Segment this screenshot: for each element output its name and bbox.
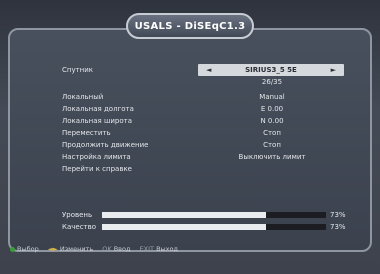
- help-footer: Выбор ◄► Изменить OK Ввод EXIT Выход: [10, 242, 370, 256]
- menu-item-label: Переместить: [62, 129, 111, 137]
- quality-percent: 73%: [330, 223, 346, 231]
- change-arrows-icon: ◄►: [47, 245, 58, 253]
- level-bar-fill: [102, 212, 266, 218]
- signal-level-meter: Уровень 73%: [62, 210, 352, 220]
- satellite-value: SIRIUS3_5 5E: [245, 66, 297, 74]
- select-dot-icon: [10, 246, 15, 252]
- menu-item-label: Настройка лимита: [62, 153, 131, 161]
- footer-ok: OK Ввод: [102, 245, 132, 253]
- level-percent: 73%: [330, 211, 346, 219]
- footer-change: ◄► Изменить: [48, 245, 95, 253]
- menu-item-value: Manual: [259, 93, 285, 101]
- menu-row-latitude[interactable]: Локальная широта N 0.00: [62, 115, 342, 127]
- satellite-label: Спутник: [62, 66, 94, 74]
- menu-item-value: Стоп: [263, 129, 281, 137]
- footer-select-label: Выбор: [17, 245, 39, 253]
- level-bar-track: [102, 212, 326, 218]
- menu-row-local[interactable]: Локальный Manual: [62, 91, 342, 103]
- signal-quality-meter: Качество 73%: [62, 222, 352, 232]
- menu-row-move[interactable]: Переместить Стоп: [62, 127, 342, 139]
- menu-item-label: Продолжить движение: [62, 141, 149, 149]
- footer-ok-label: Ввод: [113, 245, 131, 253]
- quality-bar-fill: [102, 224, 266, 230]
- screen: USALS - DiSEqC1.3 Спутник ◄ SIRIUS3_5 5E…: [0, 0, 380, 274]
- menu-row-satellite[interactable]: Спутник ◄ SIRIUS3_5 5E ►: [62, 64, 344, 76]
- menu-item-label: Перейти к справке: [62, 165, 132, 173]
- window-title: USALS - DiSEqC1.3: [126, 13, 254, 39]
- menu-row-go-to-reference[interactable]: Перейти к справке: [62, 163, 342, 175]
- menu-row-transponder: 26/35: [62, 76, 342, 88]
- menu-item-label: Локальный: [62, 93, 104, 101]
- footer-change-label: Изменить: [59, 245, 94, 253]
- footer-exit-label: Выход: [156, 245, 179, 253]
- quality-label: Качество: [62, 223, 97, 231]
- menu-item-value: Выключить лимит: [238, 153, 306, 161]
- menu-item-value: Стоп: [263, 141, 281, 149]
- menu-item-value: E 0.00: [260, 105, 284, 113]
- footer-select: Выбор: [10, 245, 41, 253]
- quality-bar-track: [102, 224, 326, 230]
- ok-key-icon: OK: [102, 245, 112, 253]
- menu-item-label: Локальная долгота: [62, 105, 134, 113]
- menu-row-continue-move[interactable]: Продолжить движение Стоп: [62, 139, 342, 151]
- menu-row-longitude[interactable]: Локальная долгота E 0.00: [62, 103, 342, 115]
- level-label: Уровень: [62, 211, 93, 219]
- footer-exit: EXIT Выход: [140, 245, 178, 253]
- transponder-value: 26/35: [261, 78, 283, 86]
- menu-item-value: N 0.00: [260, 117, 284, 125]
- satellite-select[interactable]: ◄ SIRIUS3_5 5E ►: [198, 64, 344, 76]
- right-arrow-icon[interactable]: ►: [331, 64, 336, 76]
- menu-item-label: Локальная широта: [62, 117, 133, 125]
- exit-key-icon: EXIT: [139, 245, 155, 253]
- menu-row-limit-setting[interactable]: Настройка лимита Выключить лимит: [62, 151, 342, 163]
